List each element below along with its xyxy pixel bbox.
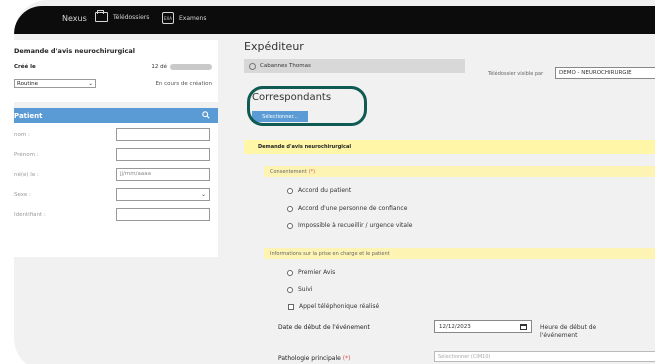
- main-content: Expéditeur Cabannes Thomas Télédossier v…: [244, 40, 671, 364]
- option-label: Accord d'une personne de confiance: [298, 205, 408, 212]
- option-label: Premier Avis: [298, 269, 336, 276]
- option-label: Appel téléphonique réalisé: [299, 303, 380, 310]
- created-label: Créé le: [14, 64, 36, 70]
- chevron-down-icon: ⌄: [88, 80, 93, 87]
- highlight-ring: [247, 86, 367, 126]
- blurred-date: [170, 64, 212, 70]
- required-marker: (*): [342, 355, 351, 362]
- nav-examens-label: Examens: [179, 14, 207, 22]
- patient-title: Patient: [14, 111, 43, 120]
- radio-button[interactable]: [287, 187, 293, 194]
- visible-by-select[interactable]: DEMO - NEUROCHIRURGIE ⌄: [555, 67, 665, 79]
- request-status: En cours de création: [155, 80, 212, 87]
- priority-value: Routine: [17, 80, 38, 87]
- left-panel: Demande d'avis neurochirurgical Créé le …: [14, 40, 218, 360]
- event-date-input[interactable]: 12/12/2023: [434, 320, 532, 333]
- consent-option-patient[interactable]: Accord du patient: [287, 187, 351, 194]
- right-margin: [655, 0, 671, 364]
- request-summary-card: Demande d'avis neurochirurgical Créé le …: [14, 40, 218, 102]
- patient-field-identifiant: Identifiant :: [14, 208, 218, 221]
- nav-teledossiers[interactable]: Télédossiers: [95, 10, 150, 22]
- option-label: Accord du patient: [298, 187, 352, 194]
- field-label: né(e) le :: [14, 171, 39, 178]
- calendar-icon[interactable]: [520, 323, 527, 330]
- info-option-suivi[interactable]: Suivi: [287, 286, 313, 293]
- option-label: Suivi: [298, 286, 313, 293]
- expediteur-field: Cabannes Thomas: [244, 59, 465, 73]
- nav-examens[interactable]: EXA Examens: [162, 12, 206, 24]
- sexe-select[interactable]: ⌄: [116, 188, 210, 201]
- patient-form: nom : Prénom : né(e) le : jj/mm/aaaa Sex…: [14, 123, 218, 257]
- field-label: Identifiant :: [14, 211, 46, 218]
- radio-button[interactable]: [287, 286, 293, 293]
- nom-input[interactable]: [116, 128, 210, 141]
- created-date-text: 12 dé: [151, 64, 167, 70]
- priority-select[interactable]: Routine ⌄: [14, 79, 96, 88]
- event-date-label: Date de début de l'événement: [278, 324, 370, 331]
- radio-button[interactable]: [287, 205, 293, 212]
- created-row: Créé le 12 dé: [14, 64, 212, 70]
- event-date-value: 12/12/2023: [439, 323, 471, 330]
- identifiant-input[interactable]: [116, 208, 210, 221]
- phone-call-checkbox[interactable]: [288, 303, 294, 310]
- prenom-input[interactable]: [116, 148, 210, 161]
- app-window: Nexus Télédossiers EXA Examens Demande d…: [14, 0, 671, 364]
- request-title: Demande d'avis neurochirurgical: [14, 47, 135, 55]
- expediteur-title: Expéditeur: [244, 40, 304, 53]
- field-label: Prénom :: [14, 151, 39, 158]
- visible-by-value: DEMO - NEUROCHIRURGIE: [559, 70, 632, 76]
- patient-field-birthdate: né(e) le : jj/mm/aaaa: [14, 168, 218, 181]
- brand-name[interactable]: Nexus: [62, 14, 87, 23]
- patient-field-sexe: Sexe : ⌄: [14, 188, 218, 201]
- form-section-header: Demande d'avis neurochirurgical: [244, 140, 671, 154]
- chevron-down-icon: ⌄: [200, 191, 206, 198]
- field-label: Sexe :: [14, 191, 31, 198]
- patient-header: Patient: [14, 108, 218, 123]
- event-hour-label: Heure de début de l'événement: [540, 324, 597, 339]
- consent-header: Consentement (*): [264, 166, 671, 177]
- field-label: nom :: [14, 131, 30, 138]
- consent-option-trusted-person[interactable]: Accord d'une personne de confiance: [287, 205, 407, 212]
- expediteur-name: Cabannes Thomas: [260, 63, 311, 69]
- pathology-select[interactable]: Sélectionner (CIM10): [434, 351, 671, 362]
- patient-field-prenom: Prénom :: [14, 148, 218, 161]
- visible-by-label: Télédossier visible par: [488, 71, 544, 77]
- consent-option-impossible[interactable]: Impossible à recueillir / urgence vitale: [287, 222, 412, 229]
- radio-button[interactable]: [287, 269, 293, 276]
- required-marker: (*): [308, 168, 316, 175]
- info-option-premier-avis[interactable]: Premier Avis: [287, 269, 335, 276]
- birthdate-input[interactable]: jj/mm/aaaa: [116, 168, 210, 181]
- top-navigation: Nexus Télédossiers EXA Examens: [14, 6, 671, 34]
- info-header: Informations sur la prise en charge et l…: [264, 248, 671, 259]
- user-icon: [249, 62, 256, 70]
- patient-field-nom: nom :: [14, 128, 218, 141]
- consent-label: Consentement: [270, 168, 307, 175]
- priority-row: Routine ⌄ En cours de création: [14, 79, 212, 88]
- search-icon[interactable]: [202, 110, 210, 121]
- created-value: 12 dé: [151, 64, 212, 70]
- pathology-label: Pathologie principale (*): [278, 355, 351, 362]
- radio-button[interactable]: [287, 222, 293, 229]
- folder-icon: [95, 10, 108, 22]
- nav-teledossiers-label: Télédossiers: [113, 13, 150, 21]
- option-label: Impossible à recueillir / urgence vitale: [298, 222, 413, 229]
- phone-call-checkbox-row[interactable]: Appel téléphonique réalisé: [288, 303, 379, 310]
- exam-icon: EXA: [162, 12, 174, 24]
